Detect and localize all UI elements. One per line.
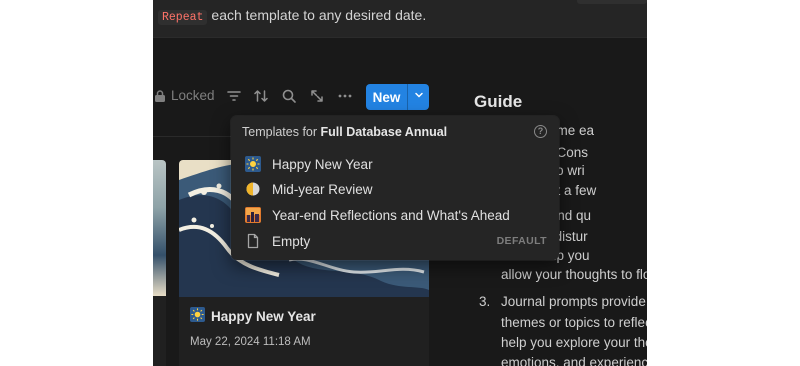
- more-icon[interactable]: [336, 87, 354, 105]
- guide-text-line: allow your thoughts to flo: [501, 267, 647, 282]
- expand-icon[interactable]: [308, 87, 326, 105]
- help-icon[interactable]: ?: [534, 125, 547, 138]
- card-date: May 22, 2024 11:18 AM: [190, 336, 311, 348]
- guide-heading: Guide: [474, 92, 523, 111]
- page-icon: [245, 233, 261, 249]
- template-item-empty[interactable]: Empty DEFAULT: [237, 229, 553, 253]
- guide-text-line: themes or topics to reflec: [501, 315, 647, 330]
- new-dropdown-toggle[interactable]: [407, 84, 429, 110]
- code-chip-partial: [577, 0, 647, 4]
- templates-menu: Templates for Full Database Annual ? Hap…: [231, 116, 559, 260]
- top-callout: Repeat each template to any desired date.: [153, 0, 647, 38]
- template-label: Year-end Reflections and What's Ahead: [272, 207, 510, 223]
- database-name: Full Database Annual: [320, 125, 448, 139]
- new-button[interactable]: New: [366, 84, 429, 110]
- callout-text: Repeat each template to any desired date.: [158, 7, 426, 25]
- new-button-label[interactable]: New: [366, 84, 407, 110]
- template-label: Empty: [272, 233, 311, 249]
- half-circle-icon: [245, 181, 261, 197]
- sunrise-icon: [190, 307, 205, 325]
- filter-icon[interactable]: [225, 87, 243, 105]
- template-label: Mid-year Review: [272, 181, 373, 197]
- repeat-code-chip: Repeat: [158, 10, 208, 25]
- template-item-mid-year-review[interactable]: Mid-year Review: [237, 177, 553, 201]
- sunrise-icon: [245, 156, 261, 172]
- chevron-down-icon: [413, 88, 425, 106]
- notion-app: Repeat each template to any desired date.…: [153, 0, 647, 366]
- templates-menu-heading: Templates for Full Database Annual: [242, 125, 447, 139]
- card-title-text: Happy New Year: [211, 308, 316, 324]
- locked-label: Locked: [171, 88, 215, 103]
- heading-prefix: Templates for: [242, 125, 318, 139]
- city-sunset-icon: [245, 207, 261, 223]
- card-cover-image: [153, 160, 166, 296]
- callout-sentence: each template to any desired date.: [211, 7, 427, 23]
- gallery-card-partial[interactable]: [153, 160, 166, 366]
- search-icon[interactable]: [280, 87, 298, 105]
- default-badge: DEFAULT: [496, 235, 547, 247]
- card-title: Happy New Year: [190, 307, 316, 325]
- database-toolbar: Locked New: [153, 83, 453, 111]
- template-item-happy-new-year[interactable]: Happy New Year: [237, 152, 553, 176]
- lock-icon: [153, 89, 167, 103]
- locked-indicator[interactable]: Locked: [153, 88, 215, 103]
- guide-list-number: 3.: [479, 294, 491, 309]
- template-label: Happy New Year: [272, 156, 373, 172]
- sort-icon[interactable]: [252, 87, 270, 105]
- guide-text-line: emotions, and experience: [501, 355, 647, 366]
- template-item-year-end-reflections[interactable]: Year-end Reflections and What's Ahead: [237, 203, 553, 227]
- guide-text-line: help you explore your tho: [501, 335, 647, 350]
- guide-text-line: Journal prompts provide s: [501, 294, 647, 309]
